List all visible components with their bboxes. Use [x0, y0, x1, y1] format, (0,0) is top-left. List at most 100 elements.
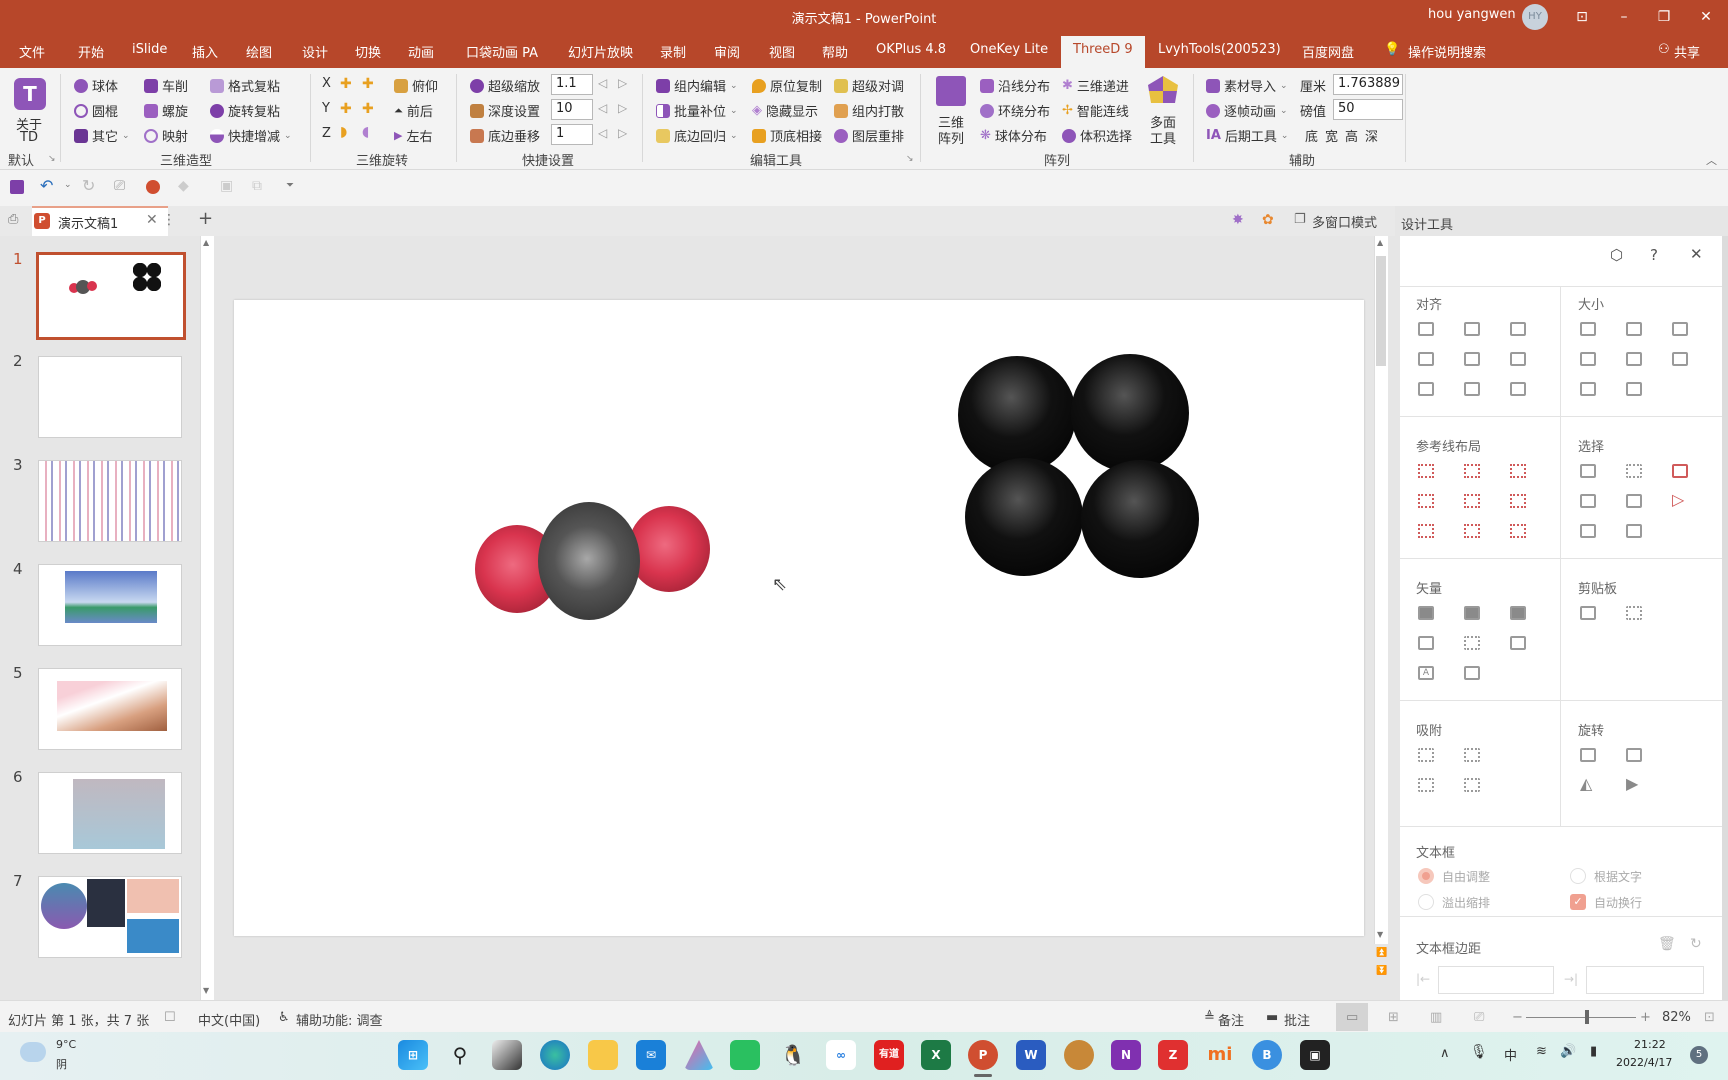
decrease-icon[interactable]: ◁: [598, 126, 607, 140]
task-view-icon[interactable]: [492, 1040, 522, 1070]
format-paste-button[interactable]: 格式复粘: [210, 76, 280, 95]
guide-width-icon[interactable]: [1418, 524, 1434, 538]
qq-icon[interactable]: 🐧: [778, 1040, 808, 1070]
black-sphere-top-left[interactable]: [958, 356, 1076, 474]
combine-icon[interactable]: [1464, 606, 1480, 620]
distribute-vertical-icon[interactable]: [1464, 382, 1480, 396]
tab-insert[interactable]: 插入: [192, 42, 218, 61]
paste-in-place-icon[interactable]: [1626, 606, 1642, 620]
share-button[interactable]: 共享: [1674, 42, 1700, 61]
snap-left-icon[interactable]: [1418, 748, 1434, 762]
close-button[interactable]: ✕: [1688, 4, 1724, 30]
save-icon[interactable]: [10, 180, 24, 194]
tab-baidu-netdisk[interactable]: 百度网盘: [1302, 42, 1354, 61]
zoom-out-button[interactable]: −: [1512, 1010, 1523, 1025]
notes-button[interactable]: 备注: [1218, 1010, 1244, 1029]
align-bottom-icon[interactable]: [1510, 352, 1526, 366]
sphere-distribute-button[interactable]: ❋ 球体分布: [980, 126, 1047, 145]
customize-qat-icon[interactable]: ⏷: [286, 180, 294, 191]
same-width-icon[interactable]: [1580, 322, 1596, 336]
restore-button[interactable]: ❐: [1646, 4, 1682, 30]
decrease-icon[interactable]: ◁: [598, 76, 607, 90]
microphone-icon[interactable]: 🎙: [1470, 1044, 1488, 1060]
tab-pocket-animation[interactable]: 口袋动画 PA: [466, 42, 538, 61]
margin-right-input[interactable]: [1586, 966, 1704, 994]
ribbon-display-icon[interactable]: ⊡: [1564, 4, 1600, 30]
guide-right-icon[interactable]: [1510, 464, 1526, 478]
tab-onekey[interactable]: OneKey Lite: [970, 42, 1048, 57]
orbit-distribute-button[interactable]: 环绕分布: [980, 101, 1050, 120]
tab-draw[interactable]: 绘图: [246, 42, 272, 61]
rod-button[interactable]: 圆棍: [74, 101, 118, 120]
search-icon[interactable]: ⚲: [445, 1040, 475, 1070]
tab-islide[interactable]: iSlide: [132, 42, 167, 57]
powerpoint-taskbar-icon[interactable]: P: [968, 1040, 998, 1070]
ime-indicator[interactable]: 中: [1504, 1045, 1517, 1064]
tab-threed[interactable]: ThreeD 9: [1061, 36, 1145, 68]
group-edit-dropdown[interactable]: 组内编辑 ⌄: [656, 76, 738, 95]
wifi-icon[interactable]: ≋: [1536, 1044, 1547, 1059]
wechat-icon[interactable]: [730, 1040, 760, 1070]
tab-lvyhtools[interactable]: LvyhTools(200523): [1158, 42, 1281, 57]
slide-thumbnail-1[interactable]: [36, 252, 186, 340]
mi-icon[interactable]: mi: [1205, 1040, 1235, 1070]
rotate-x-minus-icon[interactable]: ✚: [340, 76, 352, 92]
radio-auto-adjust-label[interactable]: 自由调整: [1442, 868, 1490, 885]
3d-array-label-2[interactable]: 阵列: [938, 128, 964, 147]
left-right-button[interactable]: ▶ 左右: [394, 126, 432, 145]
in-place-copy-button[interactable]: 原位复制: [752, 76, 822, 95]
document-tab[interactable]: P 演示文稿1 ✕ ⋮: [32, 206, 176, 236]
youdao-icon[interactable]: 有道: [874, 1040, 904, 1070]
align-center-icon[interactable]: [1464, 322, 1480, 336]
scroll-down-icon[interactable]: ▼: [203, 986, 209, 995]
same-height-icon[interactable]: [1626, 322, 1642, 336]
thumbnail-scrollbar[interactable]: ▲ ▼: [200, 236, 214, 1000]
pane-scrollbar[interactable]: [1722, 236, 1728, 1000]
minimize-button[interactable]: –: [1606, 4, 1642, 30]
baidu-netdisk-icon[interactable]: ∞: [826, 1040, 856, 1070]
close-tab-icon[interactable]: ✕: [146, 212, 158, 228]
zoom-level[interactable]: 82%: [1662, 1010, 1691, 1025]
intersect-icon[interactable]: [1418, 636, 1434, 650]
history-icon[interactable]: ⎙: [8, 212, 18, 227]
about-td-label-2[interactable]: TD: [20, 130, 38, 145]
tab-record[interactable]: 录制: [660, 42, 686, 61]
rotate-left-icon[interactable]: [1580, 748, 1596, 762]
select-above-icon[interactable]: [1580, 494, 1596, 508]
distribute-horizontal-icon[interactable]: [1418, 382, 1434, 396]
slide-sorter-icon[interactable]: ⊞: [1388, 1010, 1399, 1025]
union-icon[interactable]: [1418, 606, 1434, 620]
zoom-in-button[interactable]: +: [1640, 1010, 1651, 1025]
super-zoom-input[interactable]: 1.1: [551, 74, 593, 95]
slide-thumbnail-2[interactable]: [38, 356, 182, 438]
align-to-slide-icon[interactable]: [1510, 382, 1526, 396]
tab-animations[interactable]: 动画: [408, 42, 434, 61]
slideshow-view-icon[interactable]: ⎚: [1474, 1010, 1484, 1025]
hexagon-settings-icon[interactable]: ⬡: [1610, 246, 1623, 264]
scroll-down-icon[interactable]: ▼: [1377, 930, 1383, 939]
fit-to-window-icon[interactable]: ⊡: [1704, 1010, 1715, 1025]
batch-fill-dropdown[interactable]: 批量补位 ⌄: [656, 101, 738, 120]
ungroup-button[interactable]: 组内打散: [834, 101, 904, 120]
dialog-launcher-icon[interactable]: ↘: [906, 154, 914, 164]
undo-icon[interactable]: ↶: [40, 176, 53, 195]
guide-fill-icon[interactable]: [1510, 524, 1526, 538]
align-middle-icon[interactable]: [1464, 352, 1480, 366]
extend-right-icon[interactable]: [1626, 352, 1642, 366]
clock-date[interactable]: 2022/4/17: [1616, 1056, 1672, 1069]
tab-file[interactable]: 文件: [19, 42, 45, 61]
new-tab-icon[interactable]: +: [198, 208, 213, 229]
slide-canvas[interactable]: ⇖: [234, 300, 1364, 936]
dim-height-button[interactable]: 高: [1345, 126, 1358, 145]
select-between-icon[interactable]: [1626, 524, 1642, 538]
guide-left-icon[interactable]: [1418, 464, 1434, 478]
radio-fit-text[interactable]: [1570, 868, 1586, 884]
layer-reorder-button[interactable]: 图层重排: [834, 126, 904, 145]
same-size-icon[interactable]: [1672, 322, 1688, 336]
tab-okplus[interactable]: OKPlus 4.8: [876, 42, 946, 57]
weather-cloud-icon[interactable]: [20, 1042, 46, 1062]
checkbox-word-wrap[interactable]: ✓: [1570, 894, 1586, 910]
spiral-button[interactable]: 螺旋: [144, 101, 188, 120]
tab-slideshow[interactable]: 幻灯片放映: [568, 42, 633, 61]
mapping-button[interactable]: 映射: [144, 126, 188, 145]
